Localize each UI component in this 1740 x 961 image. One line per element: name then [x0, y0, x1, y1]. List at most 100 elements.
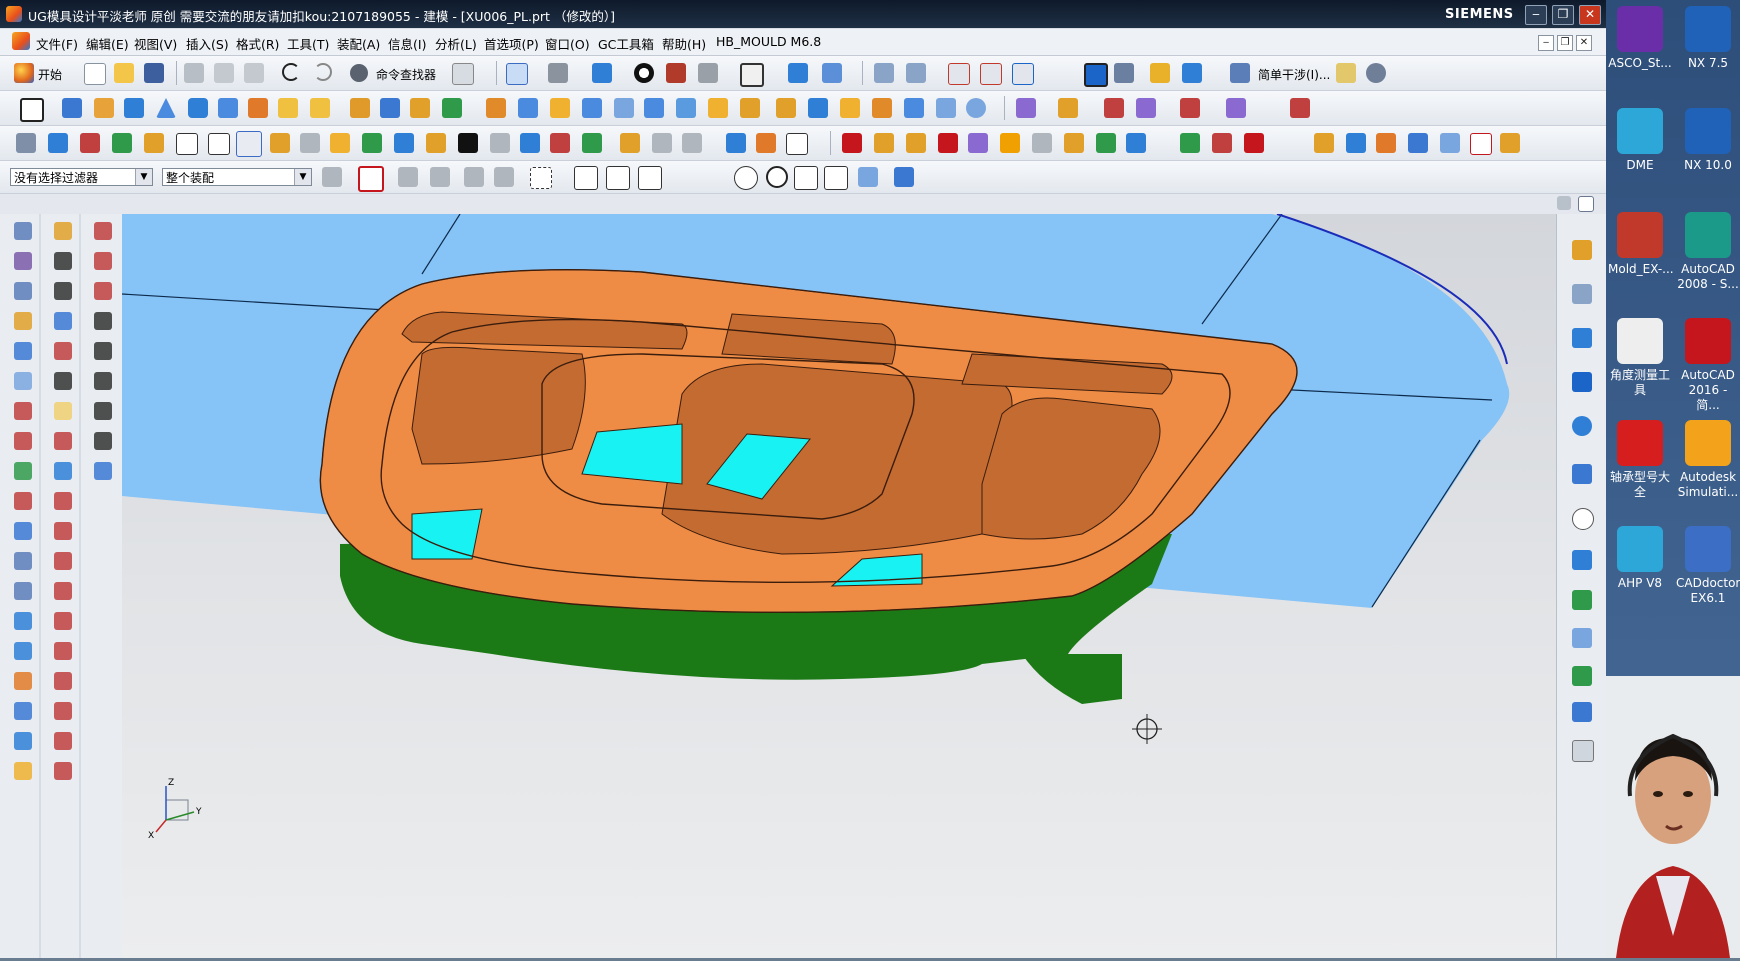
view-manager-icon[interactable] — [682, 133, 702, 153]
snap-icon[interactable] — [1150, 63, 1170, 83]
tool-icon[interactable] — [54, 282, 72, 300]
assembly-navigator-icon[interactable] — [1572, 240, 1592, 260]
mold-wizard-icon[interactable] — [80, 133, 100, 153]
tool-icon[interactable] — [14, 702, 32, 720]
tool-icon[interactable] — [14, 462, 32, 480]
edge-blend-icon[interactable] — [486, 98, 506, 118]
cone-icon[interactable] — [156, 98, 176, 118]
tool-icon[interactable] — [14, 522, 32, 540]
wrap-icon[interactable] — [936, 98, 956, 118]
desktop-icon[interactable]: NX 7.5 — [1676, 6, 1740, 71]
save-icon[interactable] — [144, 63, 164, 83]
eye-icon[interactable] — [726, 133, 746, 153]
tool-icon[interactable] — [14, 252, 32, 270]
document-icon[interactable] — [786, 133, 808, 155]
menu-edit[interactable]: 编辑(E) — [86, 34, 129, 53]
tool-icon[interactable] — [14, 372, 32, 390]
make-coplanar-icon[interactable] — [1290, 98, 1310, 118]
tool-icon[interactable] — [14, 552, 32, 570]
emboss-icon[interactable] — [310, 98, 330, 118]
tool-icon[interactable] — [94, 222, 112, 240]
midpoint-snap-icon[interactable] — [606, 166, 630, 190]
tool-icon[interactable] — [94, 312, 112, 330]
subtract-icon[interactable] — [1212, 133, 1232, 153]
start-icon[interactable] — [14, 63, 34, 83]
close-button[interactable]: ✕ — [1579, 5, 1601, 25]
pad-icon[interactable] — [278, 98, 298, 118]
bill-of-materials-icon[interactable] — [490, 133, 510, 153]
cavity-icon[interactable] — [938, 133, 958, 153]
shaded-cube-icon[interactable] — [592, 63, 612, 83]
ruler-icon[interactable] — [1336, 63, 1356, 83]
menu-format[interactable]: 格式(R) — [236, 34, 279, 53]
tool-icon[interactable] — [54, 492, 72, 510]
delete-face-icon[interactable] — [1104, 98, 1124, 118]
tool-icon[interactable] — [54, 522, 72, 540]
undo-icon[interactable] — [282, 63, 300, 81]
bracket-icon[interactable] — [1346, 133, 1366, 153]
trim-die-icon[interactable] — [426, 133, 446, 153]
tool-icon[interactable] — [14, 282, 32, 300]
deselect-icon[interactable] — [398, 167, 418, 187]
desktop-icon[interactable]: DME — [1608, 108, 1672, 173]
desktop-icon[interactable]: AutoCAD 2016 - 简... — [1676, 318, 1740, 413]
graphics-viewport[interactable]: Z Y X — [122, 214, 1556, 958]
prism-icon[interactable] — [968, 133, 988, 153]
tool-icon[interactable] — [14, 642, 32, 660]
split-body-icon[interactable] — [380, 98, 400, 118]
select-face-icon[interactable] — [464, 167, 484, 187]
move-layer-icon[interactable] — [906, 63, 926, 83]
spring-icon[interactable] — [1096, 133, 1116, 153]
menu-assembly[interactable]: 装配(A) — [337, 34, 380, 53]
datum-axis-icon[interactable] — [112, 133, 132, 153]
measure-distance-icon[interactable] — [1230, 63, 1250, 83]
tool-icon[interactable] — [54, 342, 72, 360]
control-point-snap-icon[interactable] — [638, 166, 662, 190]
magnet-icon[interactable] — [1126, 133, 1146, 153]
tool-icon[interactable] — [54, 312, 72, 330]
cut-icon[interactable] — [184, 63, 204, 83]
gear-icon[interactable] — [322, 167, 342, 187]
intersection-snap-icon[interactable] — [702, 167, 722, 187]
simple-interference-button[interactable]: 简单干涉(I)... — [1258, 66, 1330, 83]
desktop-icon[interactable]: AutoCAD 2008 - S... — [1676, 212, 1740, 292]
house-icon[interactable] — [1376, 133, 1396, 153]
tool-icon[interactable] — [94, 372, 112, 390]
unite-icon[interactable] — [410, 98, 430, 118]
point-on-curve-snap-icon[interactable] — [824, 166, 848, 190]
tool-icon[interactable] — [14, 612, 32, 630]
menu-view[interactable]: 视图(V) — [134, 34, 177, 53]
wcs-axis-icon[interactable] — [1012, 63, 1034, 85]
snap-point-icon[interactable] — [358, 166, 384, 192]
system-materials-icon[interactable] — [1572, 550, 1592, 570]
tool-icon[interactable] — [54, 732, 72, 750]
tool-icon[interactable] — [54, 702, 72, 720]
drum-icon[interactable] — [756, 133, 776, 153]
paste-icon[interactable] — [244, 63, 264, 83]
open-folder-icon[interactable] — [114, 63, 134, 83]
tool-icon[interactable] — [94, 462, 112, 480]
info-icon[interactable] — [1572, 416, 1592, 436]
desktop-icon[interactable]: 角度测量工具 — [1608, 318, 1672, 398]
tool-icon[interactable] — [14, 492, 32, 510]
menu-analysis[interactable]: 分析(L) — [435, 34, 477, 53]
sew-icon[interactable] — [776, 98, 796, 118]
copy-icon[interactable] — [214, 63, 234, 83]
link-icon[interactable] — [1408, 133, 1428, 153]
menu-information[interactable]: 信息(I) — [388, 34, 426, 53]
existing-point-snap-icon[interactable] — [794, 166, 818, 190]
tool-icon[interactable] — [14, 732, 32, 750]
tool-icon[interactable] — [14, 402, 32, 420]
hd3d-tools-icon[interactable] — [1572, 372, 1592, 392]
command-finder-icon[interactable] — [350, 64, 368, 82]
wcs-icon[interactable] — [822, 63, 842, 83]
thread-icon[interactable] — [740, 98, 760, 118]
menu-help[interactable]: 帮助(H) — [662, 34, 706, 53]
parting-line-icon[interactable] — [176, 133, 198, 155]
minimize-button[interactable]: ‒ — [1525, 5, 1547, 25]
restore-view-icon[interactable] — [1557, 196, 1571, 210]
menu-hb-mould[interactable]: HB_MOULD M6.8 — [716, 34, 821, 49]
pocket-icon[interactable] — [458, 133, 478, 153]
cube-view-icon[interactable] — [894, 167, 914, 187]
menu-preferences[interactable]: 首选项(P) — [484, 34, 539, 53]
